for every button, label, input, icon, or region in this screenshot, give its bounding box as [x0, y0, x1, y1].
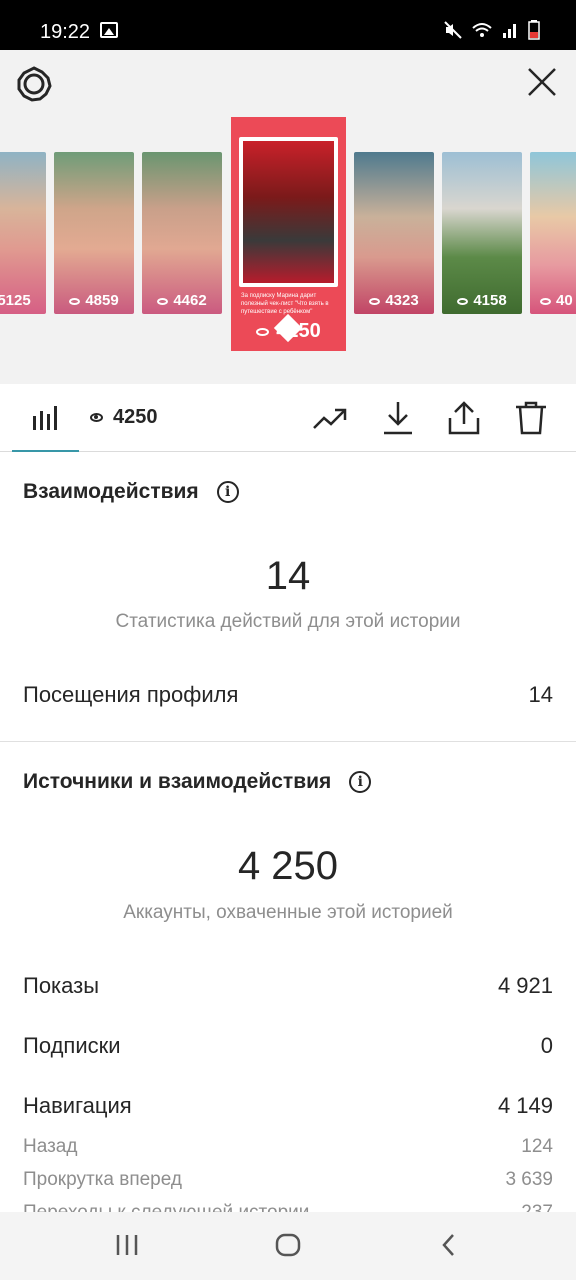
- info-icon[interactable]: i: [349, 771, 372, 793]
- wifi-icon: [472, 23, 492, 37]
- gallery-icon: [100, 22, 118, 38]
- subrow-value: 3 639: [505, 1169, 553, 1190]
- info-icon[interactable]: i: [216, 481, 239, 503]
- trending-icon[interactable]: [312, 400, 348, 436]
- row-value: 0: [540, 1033, 553, 1058]
- row-label: Показы: [23, 973, 100, 998]
- story-view-count: 4859: [54, 292, 134, 309]
- story-thumbnail[interactable]: 4323: [354, 152, 434, 314]
- story-thumbnail[interactable]: 4859: [54, 152, 134, 314]
- gear-icon[interactable]: [14, 64, 54, 104]
- battery-icon: [528, 20, 540, 40]
- row-value: 14: [528, 682, 553, 707]
- interactions-caption: Статистика действий для этой истории: [115, 611, 461, 632]
- delete-icon[interactable]: [513, 400, 549, 436]
- story-caption: За подписку Марина дарит полезный чек-ли…: [241, 293, 329, 315]
- insights-icon: [33, 406, 57, 430]
- status-time: 19:22: [40, 21, 91, 43]
- story-thumbnail[interactable]: 4462: [142, 152, 222, 314]
- navigation-row: Навигация 4 149: [23, 1093, 553, 1119]
- forward-row: Прокрутка вперед 3 639: [23, 1169, 553, 1191]
- subrow-label: Прокрутка вперед: [23, 1169, 182, 1190]
- follows-row: Подписки 0: [23, 1033, 553, 1059]
- row-value: 4 921: [497, 973, 553, 998]
- recents-icon[interactable]: [114, 1232, 140, 1258]
- story-view-count: 5125: [0, 292, 31, 309]
- status-icons: [444, 20, 540, 40]
- section-divider: [0, 741, 576, 742]
- discovery-section-title: Источники и взаимодействия i: [23, 770, 372, 794]
- mute-icon: [444, 21, 462, 39]
- story-thumbnail[interactable]: 5125: [0, 152, 46, 314]
- viewers-button[interactable]: 4250: [90, 406, 158, 429]
- story-thumbnail[interactable]: 40: [530, 152, 576, 314]
- share-icon[interactable]: [446, 400, 482, 436]
- story-view-count: 4323: [354, 292, 434, 309]
- impressions-row: Показы 4 921: [23, 973, 553, 999]
- profile-visits-row: Посещения профиля 14: [23, 682, 553, 708]
- system-nav-bar: [0, 1212, 576, 1280]
- story-view-count: 4158: [442, 292, 522, 309]
- story-thumbnail[interactable]: 4158: [442, 152, 522, 314]
- subrow-label: Назад: [23, 1136, 78, 1157]
- signal-icon: [503, 24, 516, 38]
- row-value: 4 149: [497, 1093, 553, 1118]
- tab-insights[interactable]: [12, 384, 79, 452]
- back-row: Назад 124: [23, 1136, 553, 1158]
- discovery-title-text: Источники и взаимодействия: [23, 770, 332, 793]
- eye-icon: [90, 413, 103, 422]
- interactions-total: 14: [265, 554, 311, 598]
- interactions-title-text: Взаимодействия: [23, 480, 199, 503]
- discovery-total: 4 250: [237, 844, 339, 888]
- insights-toolbar: 4250: [0, 384, 576, 452]
- download-icon[interactable]: [380, 400, 416, 436]
- status-bar: 19:22: [0, 0, 576, 50]
- back-icon[interactable]: [436, 1232, 462, 1258]
- story-view-count: 4462: [142, 292, 222, 309]
- row-label: Навигация: [23, 1093, 132, 1118]
- close-icon[interactable]: [526, 66, 558, 98]
- home-icon[interactable]: [275, 1232, 301, 1258]
- subrow-value: 124: [521, 1136, 553, 1157]
- row-label: Подписки: [23, 1033, 121, 1058]
- discovery-caption: Аккаунты, охваченные этой историей: [123, 902, 453, 923]
- interactions-section-title: Взаимодействия i: [23, 480, 239, 504]
- row-label: Посещения профиля: [23, 682, 239, 707]
- viewers-count: 4250: [113, 406, 158, 428]
- story-view-count: 40: [530, 292, 576, 309]
- story-selected-image: [239, 137, 338, 287]
